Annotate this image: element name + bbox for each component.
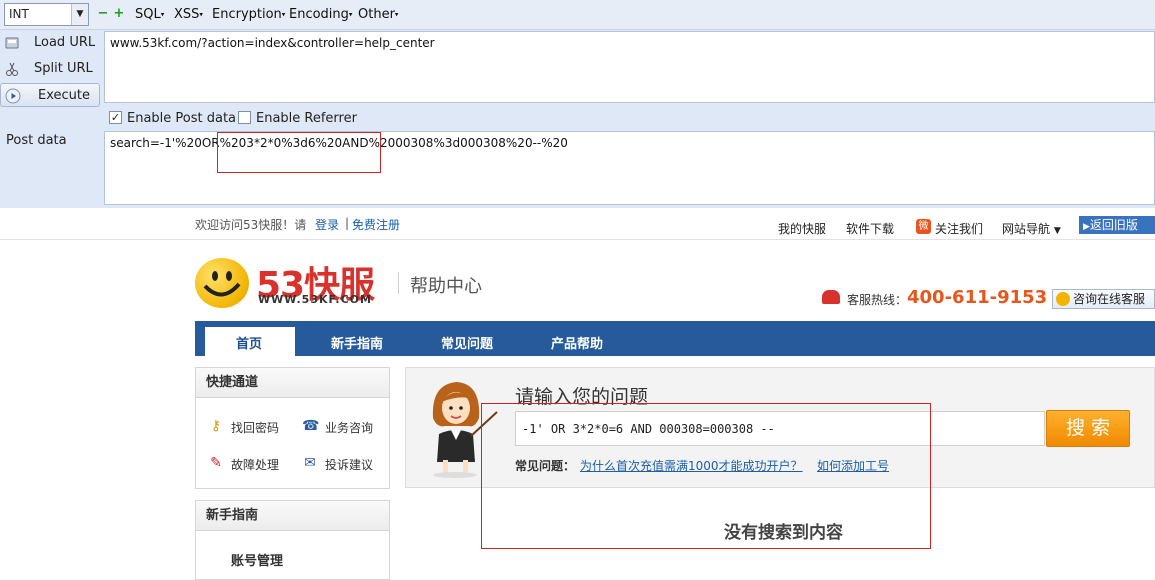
hotline-number: 400-611-9153	[907, 287, 1048, 308]
hackbar-panel: INT ▼ − + SQL▾ XSS▾ Encryption▾ Encoding…	[0, 0, 1155, 208]
main-nav: 首页 新手指南 常见问题 产品帮助	[195, 321, 1155, 356]
site-nav-link[interactable]: 网站导航 ▼	[1002, 220, 1061, 237]
minus-icon[interactable]: −	[97, 7, 109, 20]
enable-referrer-checkbox[interactable]	[238, 111, 251, 124]
quick-item-complaint[interactable]: 投诉建议	[325, 456, 373, 473]
enable-post-label: Enable Post data	[127, 111, 237, 126]
menu-xss[interactable]: XSS▾	[174, 7, 203, 22]
back-old-button[interactable]: ▶返回旧版	[1079, 216, 1155, 234]
highlight-box-result	[481, 403, 931, 549]
phone-icon	[822, 290, 840, 304]
beginner-guide-panel: 新手指南 账号管理	[195, 500, 390, 580]
quick-access-title: 快捷通道	[196, 368, 389, 398]
key-icon: ⚷	[210, 418, 222, 434]
tab-product-help[interactable]: 产品帮助	[551, 333, 603, 352]
separator: |	[345, 216, 350, 230]
tab-home[interactable]: 首页	[236, 333, 262, 352]
menu-other[interactable]: Other▾	[358, 7, 398, 22]
my-account-link[interactable]: 我的快服	[778, 220, 826, 237]
enable-post-checkbox[interactable]: ✓	[109, 111, 122, 124]
account-management-link[interactable]: 账号管理	[231, 550, 283, 569]
enable-referrer-label: Enable Referrer	[256, 111, 357, 126]
arrow-left-icon: ▶	[1083, 222, 1090, 232]
type-select[interactable]: INT ▼	[4, 3, 89, 26]
url-textarea[interactable]: www.53kf.com/?action=index&controller=he…	[104, 31, 1155, 103]
help-center-title: 帮助中心	[410, 276, 482, 297]
welcome-text: 欢迎访问53快服！请	[195, 218, 307, 232]
logo-url: WWW.53KF.COM	[258, 293, 372, 306]
search-button[interactable]: 搜 索	[1046, 410, 1130, 447]
type-select-value: INT	[9, 7, 29, 21]
highlight-box-payload	[217, 132, 381, 173]
pencil-icon: ✎	[210, 455, 222, 471]
telephone-icon: ☎	[302, 418, 320, 434]
quick-item-business-inquiry[interactable]: 业务咨询	[325, 419, 373, 436]
quick-item-troubleshooting[interactable]: 故障处理	[231, 456, 279, 473]
hotline-label: 客服热线：	[847, 293, 908, 307]
login-link[interactable]: 登录	[315, 216, 339, 233]
tab-faq[interactable]: 常见问题	[441, 333, 493, 352]
split-url-button[interactable]: Split URL	[0, 57, 100, 81]
chevron-down-icon[interactable]: ▼	[71, 4, 88, 25]
follow-us-link[interactable]: 关注我们	[935, 220, 983, 237]
load-url-button[interactable]: Load URL	[0, 31, 100, 55]
tab-beginner-guide[interactable]: 新手指南	[331, 333, 383, 352]
smiley-icon	[1056, 292, 1070, 306]
online-service-button[interactable]: 咨询在线客服	[1052, 289, 1155, 309]
scissors-icon	[6, 62, 18, 76]
site-top-strip: 欢迎访问53快服！请 登录 | 免费注册 我的快服 软件下载 微 关注我们 网站…	[0, 208, 1155, 240]
execute-button[interactable]: Execute	[0, 83, 100, 107]
quick-access-panel: 快捷通道 ⚷ 找回密码 ☎ 业务咨询 ✎ 故障处理 ✉ 投诉建议	[195, 367, 390, 489]
beginner-guide-title: 新手指南	[196, 501, 389, 531]
divider	[398, 272, 399, 294]
software-download-link[interactable]: 软件下载	[846, 220, 894, 237]
chevron-down-icon: ▼	[1053, 226, 1061, 236]
megaphone-icon: ✉	[304, 455, 316, 471]
load-url-icon	[5, 37, 19, 49]
plus-icon[interactable]: +	[113, 7, 125, 20]
menu-encryption[interactable]: Encryption▾	[212, 7, 285, 22]
smiley-logo-icon	[195, 258, 249, 308]
hackbar-toolbar: INT ▼ − + SQL▾ XSS▾ Encryption▾ Encoding…	[0, 0, 1155, 30]
play-icon	[5, 88, 21, 104]
menu-sql[interactable]: SQL▾	[135, 7, 164, 22]
weibo-icon: 微	[916, 219, 931, 234]
menu-encoding[interactable]: Encoding▾	[289, 7, 352, 22]
post-data-label: Post data	[6, 133, 67, 148]
register-link[interactable]: 免费注册	[352, 216, 400, 233]
quick-item-recover-password[interactable]: 找回密码	[231, 419, 279, 436]
